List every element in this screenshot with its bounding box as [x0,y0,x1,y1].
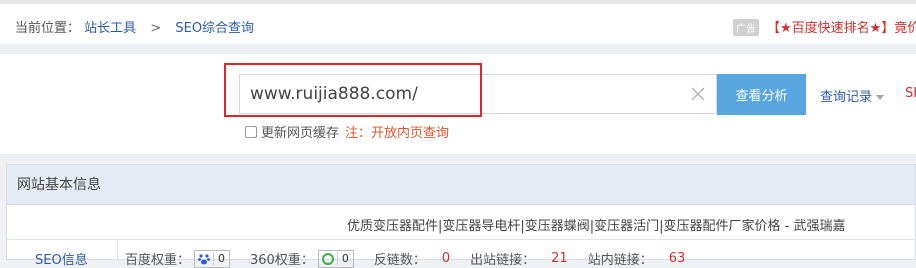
breadcrumb-item-webmaster-tools[interactable]: 站长工具 [84,21,136,36]
outlinks-value[interactable]: 21 [551,251,568,266]
update-cache-label[interactable]: 更新网页缓存 [261,122,339,141]
clear-icon[interactable] [689,85,707,103]
outlinks-label: 出站链接： [470,253,536,268]
query-history-link[interactable]: 查询记录 [820,86,885,105]
url-search-input[interactable] [250,75,670,113]
inner-page-note: 注：开放内页查询 [345,126,450,141]
baidu-weight-value: 0 [213,252,229,265]
chevron-down-icon [876,95,885,100]
baidu-weight-badge[interactable]: 0 [194,249,231,268]
so360-weight-label: 360权重： [250,253,314,268]
baidu-weight-label: 百度权重： [125,253,191,268]
row-divider [7,239,916,240]
site-info-panel: 网站基本信息 优质变压器配件|变压器导电杆|变压器蝶阀|变压器活门|变压器配件厂… [6,164,916,268]
breadcrumb-prefix: 当前位置： [15,21,81,36]
cache-row: 更新网页缓存 注：开放内页查询 [245,122,449,141]
search-area: 查看分析 查询记录 SE 更新网页缓存 注：开放内页查询 [0,54,916,154]
inlinks-metric: 站内链接： 63 [588,249,686,268]
seo-info-link[interactable]: SEO信息 [35,249,88,268]
backlinks-value[interactable]: 0 [442,251,450,266]
query-history-label: 查询记录 [820,90,873,105]
top-bar: 当前位置： 站长工具 > SEO综合查询 广告 【★百度快速排名★】竟价 [0,0,916,44]
analyze-button[interactable]: 查看分析 [717,74,806,115]
inlinks-value[interactable]: 63 [669,251,686,266]
backlinks-metric: 反链数： 0 [374,249,450,268]
ad-badge: 广告 [733,19,759,36]
update-cache-checkbox[interactable] [245,125,257,138]
panel-title: 网站基本信息 [7,165,915,205]
baidu-weight-metric: 百度权重： 0 [125,249,231,268]
search-box [239,74,717,114]
so360-logo-icon [319,251,337,267]
so360-weight-value: 0 [336,252,353,265]
breadcrumb: 当前位置： 站长工具 > SEO综合查询 [15,17,254,36]
outlinks-metric: 出站链接： 21 [470,249,568,268]
baidu-paw-icon [195,251,213,267]
so360-weight-metric: 360权重： 0 [250,249,354,268]
breadcrumb-separator: > [150,21,162,36]
backlinks-label: 反链数： [373,253,426,268]
site-title: 优质变压器配件|变压器导电杆|变压器蝶阀|变压器活门|变压器配件厂家价格 - 武… [347,219,846,234]
seo-metrics: 百度权重： 0 360权重： 0 反链数： 0 出站链接： 21 站内链接： 6… [125,249,705,268]
inlinks-label: 站内链接： [587,253,653,268]
ad-link[interactable]: 【★百度快速排名★】竟价 [767,17,916,36]
so360-weight-badge[interactable]: 0 [317,249,354,268]
seo-link-partial[interactable]: SE [905,86,916,101]
column-divider [117,239,118,261]
breadcrumb-item-seo-query[interactable]: SEO综合查询 [175,21,254,36]
